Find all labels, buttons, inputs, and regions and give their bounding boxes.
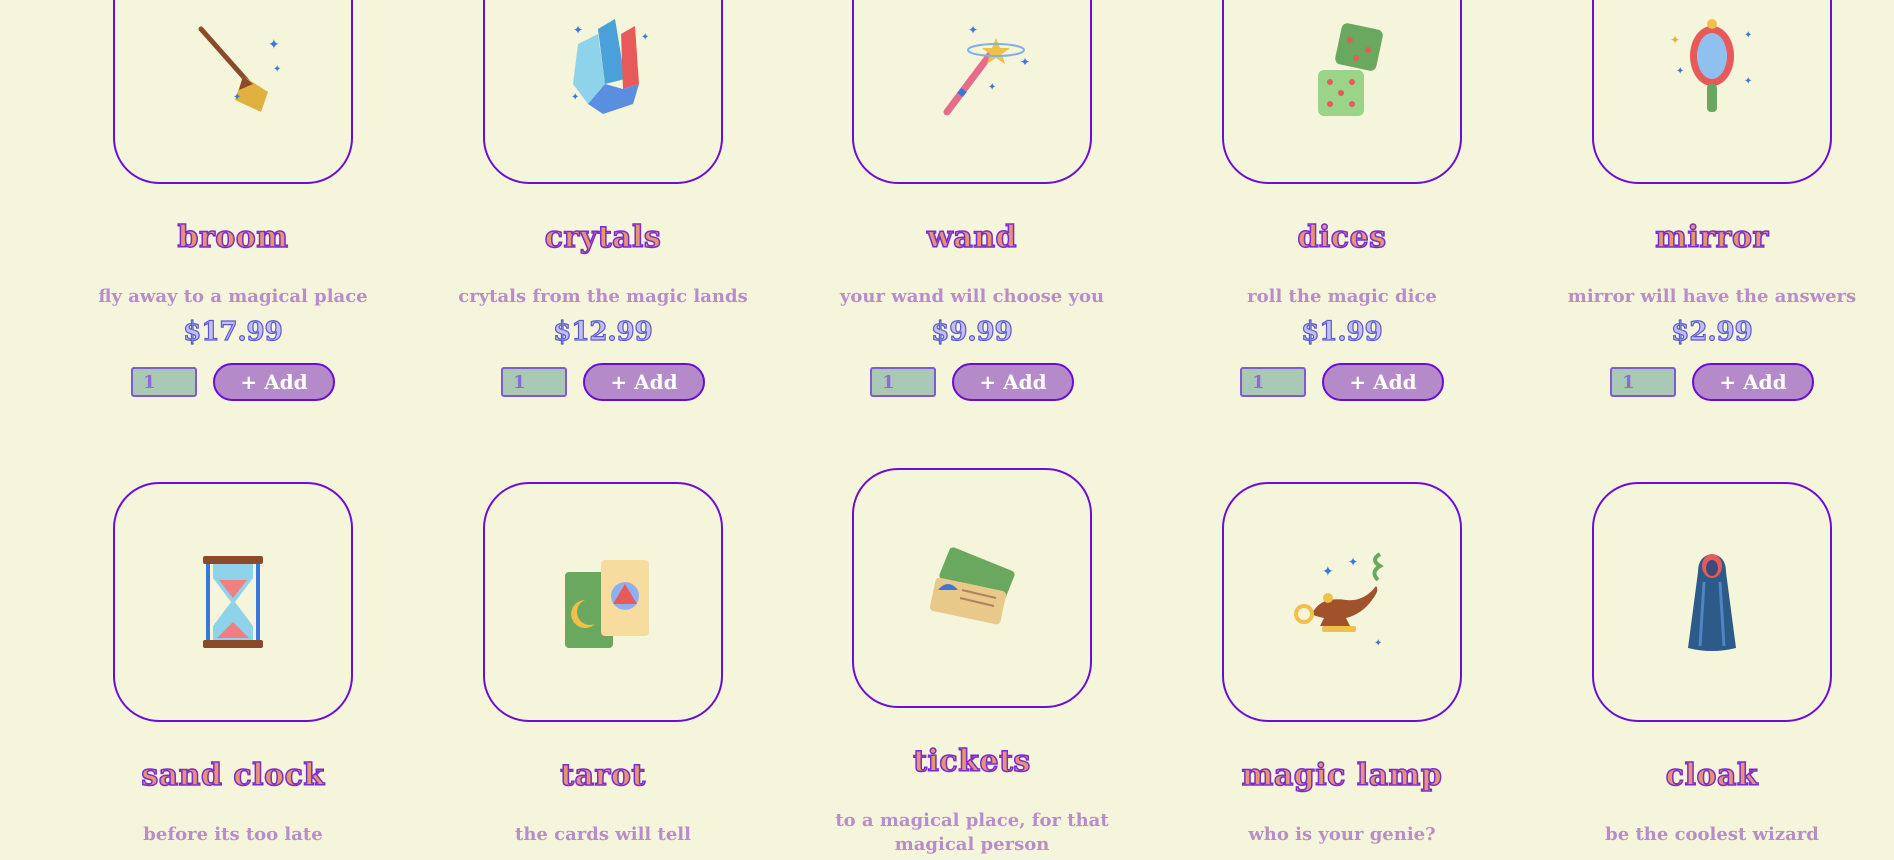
- add-to-cart-button[interactable]: + Add: [213, 363, 335, 401]
- product-actions: + Add: [131, 363, 335, 401]
- svg-text:✦: ✦: [1322, 564, 1334, 580]
- svg-text:✦: ✦: [268, 37, 280, 53]
- broom-icon: ✦ ✦ ✦: [198, 26, 281, 112]
- lamp-icon: ✦ ✦ ✦: [1294, 552, 1384, 649]
- product-image-frame: ✦ ✦ ✦: [852, 0, 1092, 184]
- hourglass-icon: [203, 556, 263, 648]
- quantity-input[interactable]: [131, 367, 197, 397]
- product-price: $2.99: [1671, 316, 1754, 347]
- product-description: fly away to a magical place: [98, 286, 368, 307]
- svg-text:✦: ✦: [1374, 638, 1382, 649]
- product-image-frame: ✦ ✦ ✦: [483, 0, 723, 184]
- product-image-frame: [1222, 0, 1462, 184]
- product-description: the cards will tell: [515, 824, 691, 845]
- add-to-cart-button[interactable]: + Add: [583, 363, 705, 401]
- product-description: to a magical place, for that magical per…: [835, 810, 1109, 855]
- product-title: mirror: [1654, 219, 1769, 256]
- product-description: your wand will choose you: [839, 286, 1105, 307]
- product-card-sand-clock: sand clock before its too late: [113, 482, 353, 847]
- product-card-magic-lamp: ✦ ✦ ✦ magic lamp who is your genie?: [1222, 482, 1462, 847]
- cloak-icon: [1688, 554, 1736, 651]
- product-image-frame: ✦ ✦ ✦: [1222, 482, 1462, 722]
- product-price: $12.99: [553, 316, 654, 347]
- tickets-icon: [929, 547, 1015, 625]
- quantity-input[interactable]: [1610, 367, 1676, 397]
- quantity-input[interactable]: [870, 367, 936, 397]
- product-title: broom: [177, 219, 289, 256]
- product-image-frame: ✦ ✦ ✦ ✦: [1592, 0, 1832, 184]
- svg-text:✦: ✦: [1744, 76, 1752, 87]
- product-description: be the coolest wizard: [1605, 824, 1819, 845]
- quantity-input[interactable]: [501, 367, 567, 397]
- product-card-crystals: ✦ ✦ ✦ crytals crytals from the magic lan…: [458, 0, 748, 401]
- product-image-frame: [852, 468, 1092, 708]
- product-image-frame: [113, 482, 353, 722]
- crystals-icon: ✦ ✦ ✦: [571, 19, 649, 114]
- svg-text:✦: ✦: [1020, 55, 1030, 69]
- product-card-broom: ✦ ✦ ✦ broom fly away to a magical place …: [98, 0, 368, 401]
- product-card-dices: dices roll the magic dice $1.99 + Add: [1222, 0, 1462, 401]
- product-image-frame: ✦ ✦ ✦: [113, 0, 353, 184]
- product-price: $1.99: [1301, 316, 1384, 347]
- product-card-cloak: cloak be the coolest wizard: [1592, 482, 1832, 847]
- quantity-input[interactable]: [1240, 367, 1306, 397]
- product-description: roll the magic dice: [1247, 286, 1437, 307]
- svg-text:✦: ✦: [273, 64, 281, 75]
- product-description: crytals from the magic lands: [458, 286, 748, 307]
- product-actions: + Add: [870, 363, 1074, 401]
- add-to-cart-button[interactable]: + Add: [1692, 363, 1814, 401]
- product-title: sand clock: [141, 757, 325, 794]
- product-description: before its too late: [143, 824, 323, 845]
- svg-text:✦: ✦: [1670, 33, 1680, 47]
- svg-text:✦: ✦: [1676, 66, 1684, 77]
- svg-text:✦: ✦: [641, 32, 649, 43]
- product-price: $17.99: [183, 316, 284, 347]
- wand-icon: ✦ ✦ ✦: [943, 23, 1030, 116]
- product-title: crytals: [544, 219, 662, 256]
- product-actions: + Add: [1240, 363, 1444, 401]
- mirror-icon: ✦ ✦ ✦ ✦: [1670, 19, 1752, 112]
- product-title: tickets: [912, 743, 1031, 780]
- product-price: $9.99: [931, 316, 1014, 347]
- dice-icon: [1318, 23, 1383, 116]
- product-image-frame: [1592, 482, 1832, 722]
- svg-text:✦: ✦: [968, 23, 978, 37]
- add-to-cart-button[interactable]: + Add: [1322, 363, 1444, 401]
- svg-text:✦: ✦: [1348, 555, 1358, 569]
- product-card-tarot: tarot the cards will tell: [483, 482, 723, 847]
- svg-text:✦: ✦: [571, 92, 579, 103]
- svg-text:✦: ✦: [233, 92, 241, 103]
- svg-text:✦: ✦: [573, 23, 583, 37]
- svg-text:✦: ✦: [988, 82, 996, 93]
- product-card-mirror: ✦ ✦ ✦ ✦ mirror mirror will have the answ…: [1568, 0, 1856, 401]
- product-description: who is your genie?: [1248, 824, 1436, 845]
- product-title: magic lamp: [1241, 757, 1443, 794]
- product-card-wand: ✦ ✦ ✦ wand your wand will choose you $9.…: [840, 0, 1104, 401]
- product-card-tickets: tickets to a magical place, for that mag…: [835, 468, 1109, 857]
- product-title: tarot: [560, 757, 646, 794]
- product-actions: + Add: [1610, 363, 1814, 401]
- product-description: mirror will have the answers: [1567, 286, 1857, 307]
- product-title: dices: [1297, 219, 1387, 256]
- product-actions: + Add: [501, 363, 705, 401]
- product-title: wand: [926, 219, 1018, 256]
- add-to-cart-button[interactable]: + Add: [952, 363, 1074, 401]
- svg-text:✦: ✦: [1744, 30, 1752, 41]
- product-title: cloak: [1665, 757, 1759, 794]
- product-image-frame: [483, 482, 723, 722]
- tarot-icon: [565, 560, 649, 648]
